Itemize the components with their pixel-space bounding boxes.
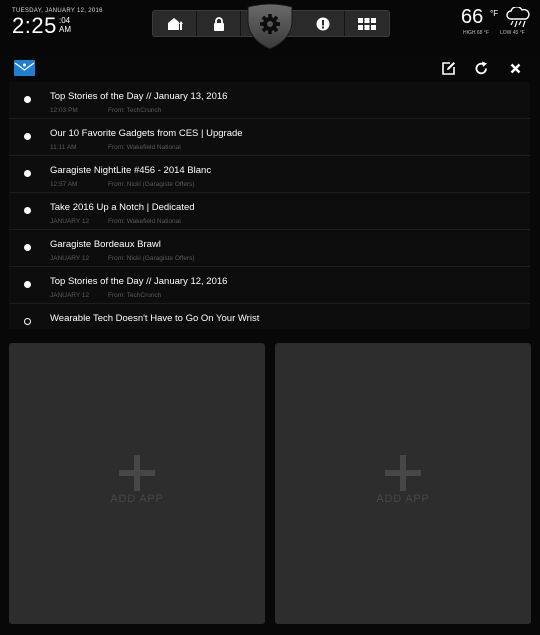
gear-icon [247, 3, 293, 50]
email-subject: Take 2016 Up a Notch | Dedicated [50, 202, 195, 213]
email-sender: From: TechCrunch [108, 107, 162, 114]
email-time: 12:03 PM [50, 107, 78, 114]
grid-icon [358, 17, 376, 30]
email-subject: Garagiste Bordeaux Brawl [50, 239, 161, 250]
email-subject: Top Stories of the Day // January 12, 20… [50, 276, 228, 287]
email-list[interactable]: Top Stories of the Day // January 13, 20… [9, 82, 530, 329]
unread-dot [24, 244, 31, 251]
close-icon [510, 63, 520, 73]
compose-button[interactable] [440, 60, 456, 76]
email-time: JANUARY 12 [50, 255, 90, 262]
mail-button[interactable] [14, 60, 35, 76]
email-sender: From: Wakefield National [108, 218, 181, 225]
settings-shield-button[interactable] [246, 3, 294, 51]
email-subject: Our 10 Favorite Gadgets from CES | Upgra… [50, 128, 243, 139]
read-dot [24, 318, 31, 325]
plus-icon [385, 455, 421, 491]
add-app-label: ADD APP [376, 493, 430, 505]
email-item[interactable]: Top Stories of the Day // January 12, 20… [9, 267, 530, 304]
email-item[interactable]: Take 2016 Up a Notch | Dedicated JANUARY… [9, 193, 530, 230]
unread-dot [24, 170, 31, 177]
email-sender: From: Nicki (Garagiste Offers) [108, 181, 195, 188]
unread-dot [24, 281, 31, 288]
email-sender: From: Wakefield National [108, 144, 181, 151]
weather-temperature: 66 [461, 6, 484, 28]
email-sender: From: TechCrunch [108, 292, 162, 299]
refresh-icon [475, 61, 487, 74]
unread-dot [24, 96, 31, 103]
email-subject: Top Stories of the Day // January 13, 20… [50, 91, 228, 102]
email-item[interactable]: Top Stories of the Day // January 13, 20… [9, 82, 530, 119]
email-item[interactable]: Garagiste Bordeaux Brawl JANUARY 12 From… [9, 230, 530, 267]
add-app-tile[interactable]: ADD APP [9, 343, 265, 624]
alert-icon [316, 17, 330, 31]
apps-button[interactable] [345, 11, 389, 36]
home-icon [167, 17, 183, 31]
weather-low: LOW 45 °F [500, 30, 525, 36]
email-item[interactable]: Garagiste NightLite #456 - 2014 Blanc 12… [9, 156, 530, 193]
email-time: JANUARY 12 [50, 218, 90, 225]
email-item[interactable]: Our 10 Favorite Gadgets from CES | Upgra… [9, 119, 530, 156]
email-time: JANUARY 12 [50, 292, 90, 299]
clock-time: 2:25 [12, 13, 57, 38]
plus-icon [119, 455, 155, 491]
lock-button[interactable] [197, 11, 241, 36]
top-bar: TUESDAY, JANUARY 12, 2016 2:25 :04 AM 66… [0, 0, 540, 56]
close-button[interactable] [507, 60, 523, 76]
clock-ampm: AM [59, 25, 71, 34]
mail-icon [14, 60, 35, 76]
unread-dot [24, 133, 31, 140]
refresh-button[interactable] [473, 60, 489, 76]
lock-icon [213, 16, 225, 31]
add-app-tile[interactable]: ADD APP [275, 343, 531, 624]
clock-seconds: :04 [59, 16, 71, 25]
compose-icon [441, 61, 455, 75]
email-time: 11:11 AM [50, 144, 77, 151]
email-subject: Wearable Tech Doesn't Have to Go On Your… [50, 313, 260, 324]
email-sender: From: Nicki (Garagiste Offers) [108, 255, 195, 262]
home-button[interactable] [153, 11, 197, 36]
add-app-label: ADD APP [110, 493, 164, 505]
unread-dot [24, 207, 31, 214]
email-subject: Garagiste NightLite #456 - 2014 Blanc [50, 165, 212, 176]
weather-high: HIGH 68 °F [463, 30, 489, 36]
alerts-button[interactable] [301, 11, 345, 36]
weather-unit: °F [490, 9, 499, 18]
email-time: 12:57 AM [50, 181, 78, 188]
email-item[interactable]: Wearable Tech Doesn't Have to Go On Your… [9, 304, 530, 329]
